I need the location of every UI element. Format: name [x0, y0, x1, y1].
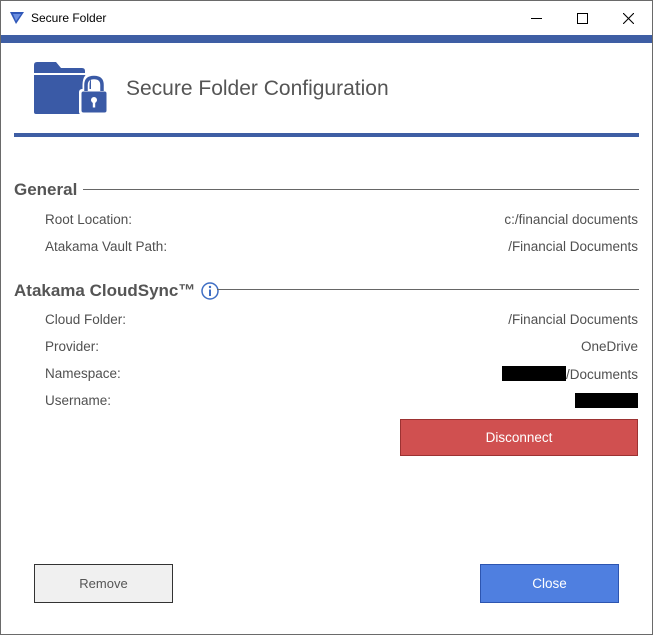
- app-logo-icon: [10, 12, 24, 24]
- folder-lock-icon: [34, 62, 109, 115]
- namespace-value-text: /Documents: [565, 367, 638, 382]
- general-heading-text: General: [14, 180, 78, 199]
- provider-value: OneDrive: [580, 339, 638, 354]
- root-location-value: c:/financial documents: [504, 212, 638, 227]
- maximize-icon: [576, 12, 588, 24]
- minimize-icon: [530, 17, 542, 19]
- secure-folder-window: Secure Folder Secure Folder Configuratio…: [0, 0, 653, 635]
- cloudsync-divider: [217, 289, 639, 290]
- vault-path-value: /Financial Documents: [508, 239, 638, 254]
- redacted-namespace: [501, 366, 566, 381]
- root-location-label: Root Location:: [45, 212, 133, 227]
- redacted-username: [575, 393, 638, 408]
- namespace-value: /Documents: [501, 366, 638, 382]
- page-title: Secure Folder Configuration: [126, 77, 389, 100]
- info-icon[interactable]: [201, 282, 220, 300]
- window-title: Secure Folder: [31, 11, 107, 25]
- cloudsync-heading-text: Atakama CloudSync™: [14, 281, 196, 300]
- close-icon: [622, 12, 634, 24]
- username-value: [575, 393, 638, 409]
- cloud-folder-value: /Financial Documents: [508, 312, 638, 327]
- remove-button[interactable]: Remove: [34, 564, 173, 603]
- username-label: Username:: [45, 393, 112, 408]
- disconnect-button[interactable]: Disconnect: [400, 419, 638, 456]
- cloud-folder-label: Cloud Folder:: [45, 312, 127, 327]
- general-divider: [83, 189, 639, 190]
- title-bar[interactable]: Secure Folder: [1, 1, 652, 35]
- title-accent-stripe: [1, 35, 652, 43]
- namespace-label: Namespace:: [45, 366, 121, 381]
- close-window-button[interactable]: [605, 1, 651, 35]
- vault-path-label: Atakama Vault Path:: [45, 239, 168, 254]
- provider-label: Provider:: [45, 339, 100, 354]
- section-heading-cloudsync: Atakama CloudSync™: [14, 281, 220, 301]
- maximize-button[interactable]: [559, 1, 605, 35]
- header-divider: [14, 133, 639, 137]
- minimize-button[interactable]: [513, 1, 559, 35]
- section-heading-general: General: [14, 180, 77, 200]
- close-button[interactable]: Close: [480, 564, 619, 603]
